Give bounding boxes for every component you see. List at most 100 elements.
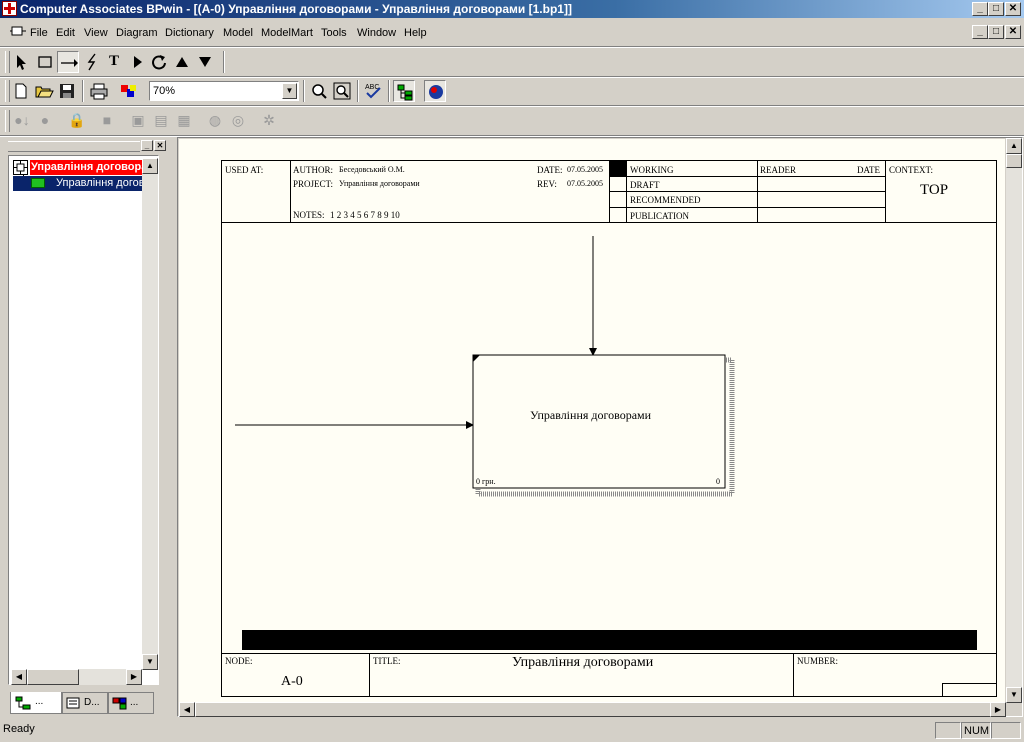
close-button[interactable]: ✕ <box>1005 2 1021 16</box>
page-number-cell <box>942 683 997 697</box>
squiggle-tool-icon[interactable] <box>81 51 103 73</box>
mart-library-icon[interactable]: ▣ <box>127 110 149 132</box>
maximize-button[interactable]: □ <box>988 2 1004 16</box>
footer-divider <box>793 653 794 697</box>
document-icon[interactable] <box>10 24 26 38</box>
tree-item-root[interactable]: Управління договорами <box>13 160 145 175</box>
menu-modelmart[interactable]: ModelMart <box>261 27 313 39</box>
date-value: 07.05.2005 <box>567 165 603 174</box>
go-up-icon[interactable] <box>171 51 193 73</box>
mart-users-icon[interactable]: ◍ <box>204 110 226 132</box>
toolbar-divider <box>388 80 390 102</box>
status-panel <box>991 722 1021 739</box>
mart-catalog-icon[interactable]: ▤ <box>150 110 172 132</box>
objects-tab-icon <box>112 697 128 711</box>
doc-restore-button[interactable]: □ <box>988 25 1004 39</box>
toolbar-grip[interactable] <box>5 110 10 132</box>
spell-check-icon[interactable]: ABC <box>362 80 384 102</box>
print-icon[interactable] <box>88 80 110 102</box>
scroll-up-button[interactable]: ▲ <box>142 158 158 174</box>
scroll-up-button[interactable]: ▲ <box>1006 138 1022 154</box>
tree-item-child-label: Управління договорами <box>56 177 145 189</box>
project-value: Управління договорами <box>339 179 420 188</box>
tab-activities[interactable]: ... <box>10 692 62 714</box>
go-to-child-icon[interactable] <box>126 51 148 73</box>
go-down-icon[interactable] <box>194 51 216 73</box>
lock-icon[interactable]: 🔒 <box>66 110 88 132</box>
notes-value: 1 2 3 4 5 6 7 8 9 10 <box>330 210 400 220</box>
status-working: WORKING <box>630 165 674 175</box>
color-palette-icon[interactable] <box>118 80 140 102</box>
menu-bar: File Edit View Diagram Dictionary Model … <box>0 18 1024 46</box>
scroll-right-button[interactable]: ▶ <box>990 702 1006 717</box>
menu-window[interactable]: Window <box>357 27 396 39</box>
canvas-hscrollbar[interactable]: ◀ ▶ <box>179 702 1006 717</box>
context-label: CONTEXT: <box>889 165 934 175</box>
pointer-tool-icon[interactable] <box>10 51 32 73</box>
title-bar: Computer Associates BPwin - [(A-0) Управ… <box>0 0 1024 18</box>
menu-file[interactable]: File <box>30 27 48 39</box>
minimize-button[interactable]: _ <box>972 2 988 16</box>
app-icon[interactable] <box>2 1 17 16</box>
project-label: PROJECT: <box>293 179 334 189</box>
menu-edit[interactable]: Edit <box>56 27 75 39</box>
tree-item-child[interactable]: Управління договорами <box>13 176 145 191</box>
box-tool-icon[interactable] <box>34 51 56 73</box>
mart-security-icon[interactable]: ◎ <box>227 110 249 132</box>
activities-tab-icon <box>15 696 31 710</box>
tab-diagrams[interactable]: D... <box>62 692 108 714</box>
scroll-right-button[interactable]: ▶ <box>126 669 142 685</box>
open-folder-icon[interactable] <box>33 80 55 102</box>
mart-report-icon[interactable]: ▦ <box>173 110 195 132</box>
text-tool-icon[interactable]: T <box>103 51 125 73</box>
scroll-left-button[interactable]: ◀ <box>11 669 27 685</box>
explorer-close-button[interactable]: ✕ <box>154 140 166 151</box>
scroll-thumb[interactable] <box>195 702 995 717</box>
menu-help[interactable]: Help <box>404 27 427 39</box>
menu-diagram[interactable]: Diagram <box>116 27 158 39</box>
zoom-combo[interactable]: 70% ▼ <box>149 81 299 101</box>
canvas-vscrollbar[interactable]: ▲ ▼ <box>1006 138 1022 703</box>
mart-groups-icon[interactable]: ✲ <box>258 110 280 132</box>
arrow-tool-icon[interactable] <box>57 51 79 73</box>
tab-objects-label: ... <box>130 697 139 708</box>
doc-close-button[interactable]: ✕ <box>1005 25 1021 39</box>
title-label: TITLE: <box>373 656 401 666</box>
diagrams-tab-icon <box>66 697 82 711</box>
chevron-down-icon[interactable]: ▼ <box>282 83 297 99</box>
footer-top-line <box>221 653 997 654</box>
diagram-title-value: Управління договорами <box>512 655 654 670</box>
menu-model[interactable]: Model <box>223 27 253 39</box>
mart-sessions-icon[interactable]: ■ <box>96 110 118 132</box>
zoom-fit-icon[interactable] <box>331 80 353 102</box>
scroll-down-button[interactable]: ▼ <box>1006 687 1022 703</box>
scroll-left-button[interactable]: ◀ <box>179 702 195 717</box>
zoom-in-icon[interactable] <box>308 80 330 102</box>
toolbar-divider <box>357 80 359 102</box>
tab-activities-label: ... <box>35 696 44 707</box>
modelmart-icon[interactable] <box>424 80 446 102</box>
diagram-drawing <box>235 236 735 497</box>
model-explorer-toggle-icon[interactable] <box>393 80 415 102</box>
new-file-icon[interactable] <box>10 80 32 102</box>
scroll-thumb[interactable] <box>27 669 79 685</box>
menu-dictionary[interactable]: Dictionary <box>165 27 214 39</box>
menu-tools[interactable]: Tools <box>321 27 347 39</box>
save-icon[interactable] <box>56 80 78 102</box>
node-value: A-0 <box>281 674 303 689</box>
mart-connect-icon[interactable]: ●↓ <box>11 110 33 132</box>
activity-box-icon <box>31 178 45 188</box>
status-row-line <box>609 176 885 177</box>
explorer-grip[interactable] <box>8 141 140 152</box>
scroll-down-button[interactable]: ▼ <box>142 654 158 670</box>
explorer-vscrollbar[interactable]: ▲ ▼ <box>142 158 158 670</box>
explorer-hscrollbar[interactable]: ◀ ▶ <box>11 669 142 685</box>
explorer-restore-button[interactable]: _ <box>141 140 153 151</box>
tab-objects[interactable]: ... <box>108 692 154 714</box>
scroll-thumb[interactable] <box>1006 154 1022 168</box>
menu-view[interactable]: View <box>84 27 108 39</box>
mart-disconnect-icon[interactable]: ● <box>34 110 56 132</box>
rotate-icon[interactable] <box>148 51 170 73</box>
model-explorer-tree[interactable]: Управління договорами Управління договор… <box>8 155 159 685</box>
doc-minimize-button[interactable]: _ <box>972 25 988 39</box>
